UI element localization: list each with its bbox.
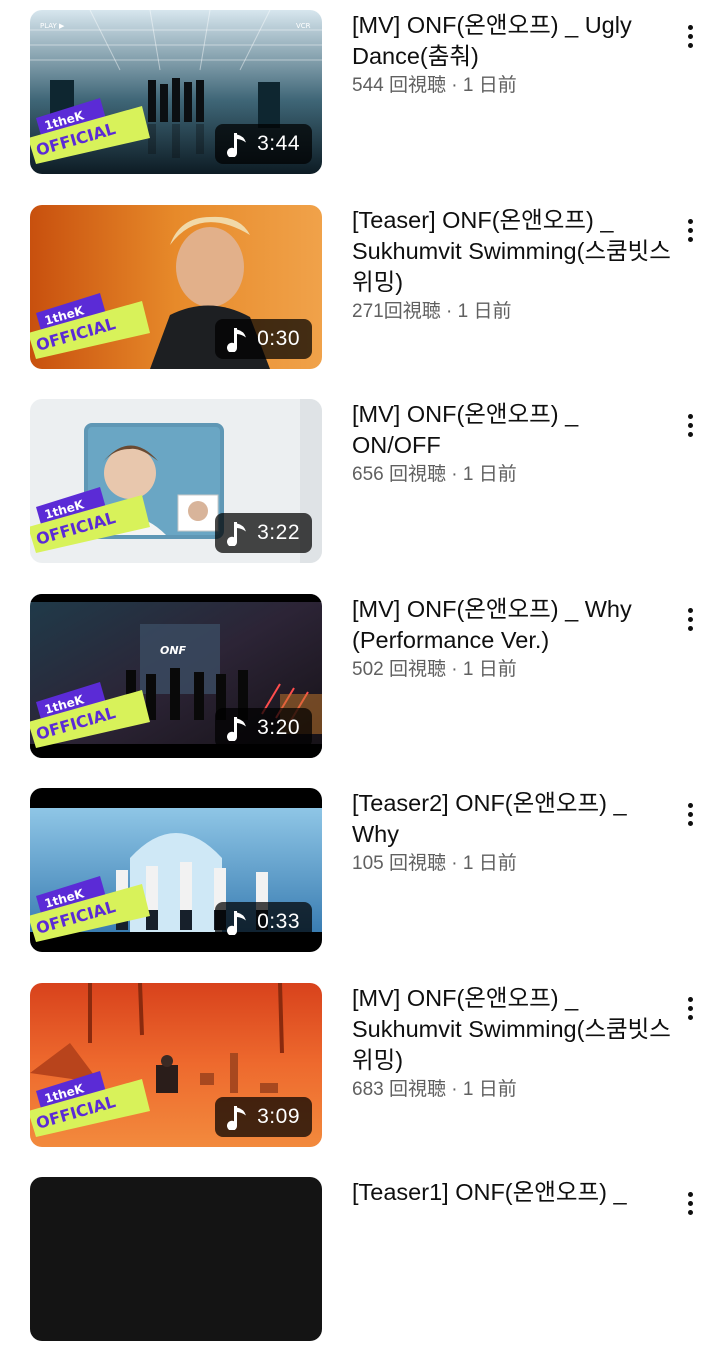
video-thumbnail[interactable] (30, 1177, 322, 1341)
video-meta: 656 回視聴 · 1 日前 (352, 461, 672, 489)
video-thumbnail[interactable]: 1theK OFFICIAL 3:09 (30, 982, 322, 1147)
more-options-icon[interactable] (676, 989, 704, 1029)
video-title-text: [Teaser] ONF(온앤오프) _ Sukhumvit Swimming(… (352, 206, 671, 295)
upload-age: 1 日前 (462, 75, 517, 96)
video-title[interactable]: [Teaser1] ONF(온앤오프) _ (352, 1177, 672, 1208)
video-title[interactable]: [MV] ONF(온앤오프) _ Ugly Dance(춤춰) 544 回視聴 ·… (352, 10, 672, 100)
duration-text: 0:33 (257, 910, 300, 933)
video-title[interactable]: [Teaser2] ONF(온앤오프) _ Why 105 回視聴 · 1 日前 (352, 788, 672, 878)
music-note-icon (225, 520, 249, 546)
svg-text:ONF: ONF (160, 644, 187, 657)
video-title[interactable]: [Teaser] ONF(온앤오프) _ Sukhumvit Swimming(… (352, 205, 672, 326)
video-meta: 502 回視聴 · 1 日前 (352, 656, 672, 684)
more-options-icon[interactable] (676, 1183, 704, 1223)
video-meta: 544 回視聴 · 1 日前 (352, 72, 672, 100)
video-list-item[interactable]: ONF 1theK OFFICIAL 3:20 [MV] ONF(온앤오프) _ Wh… (0, 593, 720, 764)
more-options-icon[interactable] (676, 16, 704, 56)
duration-text: 3:09 (257, 1104, 300, 1128)
official-badge: 1theK OFFICIAL (30, 289, 152, 359)
meta-separator: · (445, 853, 463, 874)
video-list: PLAY ▶ VCR 1theK OFFICIAL 3:44 [MV] ONF(온앤오… (0, 0, 720, 1341)
video-title-text: [Teaser1] ONF(온앤오프) _ (352, 1179, 627, 1205)
music-note-icon (225, 326, 249, 352)
more-options-icon[interactable] (676, 600, 704, 640)
more-options-icon[interactable] (676, 794, 704, 834)
duration-badge: 0:33 (215, 902, 312, 942)
official-badge: 1theK OFFICIAL (30, 872, 152, 942)
video-list-item[interactable]: [Teaser1] ONF(온앤오프) _ (0, 1177, 720, 1347)
video-meta: 105 回視聴 · 1 日前 (352, 850, 672, 878)
video-title-text: [MV] ONF(온앤오프) _ ON/OFF (352, 401, 579, 458)
thumbnail-image (30, 1177, 322, 1341)
music-note-icon (225, 1104, 249, 1130)
meta-separator: · (445, 1078, 463, 1100)
video-title[interactable]: [MV] ONF(온앤오프) _ Sukhumvit Swimming(스쿰빗스… (352, 983, 672, 1104)
video-title-text: [MV] ONF(온앤오프) _ Why (Performance Ver.) (352, 595, 632, 653)
upload-age: 1 日前 (462, 1078, 517, 1100)
video-title-text: [Teaser2] ONF(온앤오프) _ Why (352, 790, 627, 847)
view-count: 502 回視聴 (352, 658, 446, 680)
video-title[interactable]: [MV] ONF(온앤오프) _ ON/OFF 656 回視聴 · 1 日前 (352, 399, 672, 489)
video-thumbnail[interactable]: ONF 1theK OFFICIAL 3:20 (30, 593, 322, 758)
more-options-icon[interactable] (676, 405, 704, 445)
video-thumbnail[interactable]: 1theK OFFICIAL 0:33 (30, 788, 322, 952)
official-badge: 1theK OFFICIAL (30, 1067, 152, 1137)
video-list-item[interactable]: 1theK OFFICIAL 0:33 [Teaser2] ONF(온앤오프) _ W… (0, 788, 720, 958)
video-list-item[interactable]: 1theK OFFICIAL 3:09 [MV] ONF(온앤오프) _ Sukhum… (0, 982, 720, 1153)
more-options-icon[interactable] (676, 211, 704, 251)
video-title[interactable]: [MV] ONF(온앤오프) _ Why (Performance Ver.) 5… (352, 594, 672, 684)
duration-badge: 3:20 (215, 707, 312, 748)
meta-separator: · (445, 658, 463, 680)
official-badge: 1theK OFFICIAL (30, 483, 152, 553)
svg-text:VCR: VCR (296, 22, 311, 30)
official-badge: 1theK OFFICIAL (30, 678, 152, 748)
view-count: 544 回視聴 (352, 75, 446, 96)
meta-separator: · (440, 300, 458, 322)
view-count: 271回視聴 (352, 300, 441, 322)
meta-separator: · (445, 464, 463, 485)
view-count: 683 回視聴 (352, 1078, 446, 1100)
video-list-item[interactable]: PLAY ▶ VCR 1theK OFFICIAL 3:44 [MV] ONF(온앤오… (0, 10, 720, 180)
svg-text:PLAY ▶: PLAY ▶ (40, 22, 65, 30)
music-note-icon (225, 909, 249, 935)
duration-text: 3:44 (257, 132, 300, 155)
duration-text: 0:30 (257, 326, 300, 350)
upload-age: 1 日前 (462, 658, 517, 680)
duration-text: 3:22 (257, 521, 300, 544)
video-thumbnail[interactable]: 1theK OFFICIAL 0:30 (30, 204, 322, 369)
video-title-text: [MV] ONF(온앤오프) _ Ugly Dance(춤춰) (352, 12, 632, 69)
video-meta: 683 回視聴 · 1 日前 (352, 1076, 672, 1104)
video-meta: 271回視聴 · 1 日前 (352, 298, 672, 326)
duration-badge: 0:30 (215, 318, 312, 359)
duration-badge: 3:44 (215, 124, 312, 164)
duration-badge: 3:09 (215, 1096, 312, 1137)
view-count: 656 回視聴 (352, 464, 446, 485)
video-list-item[interactable]: 1theK OFFICIAL 0:30 [Teaser] ONF(온앤오프) _ Su… (0, 204, 720, 375)
music-note-icon (225, 715, 249, 741)
upload-age: 1 日前 (462, 853, 517, 874)
music-note-icon (225, 131, 249, 157)
meta-separator: · (445, 75, 463, 96)
video-thumbnail[interactable]: 1theK OFFICIAL 3:22 (30, 399, 322, 563)
duration-text: 3:20 (257, 715, 300, 739)
view-count: 105 回視聴 (352, 853, 446, 874)
duration-badge: 3:22 (215, 513, 312, 553)
video-title-text: [MV] ONF(온앤오프) _ Sukhumvit Swimming(스쿰빗스… (352, 984, 671, 1073)
upload-age: 1 日前 (457, 300, 512, 322)
video-list-item[interactable]: 1theK OFFICIAL 3:22 [MV] ONF(온앤오프) _ ON/OFF… (0, 399, 720, 569)
upload-age: 1 日前 (462, 464, 517, 485)
official-badge: 1theK OFFICIAL (30, 94, 152, 164)
video-thumbnail[interactable]: PLAY ▶ VCR 1theK OFFICIAL 3:44 (30, 10, 322, 174)
